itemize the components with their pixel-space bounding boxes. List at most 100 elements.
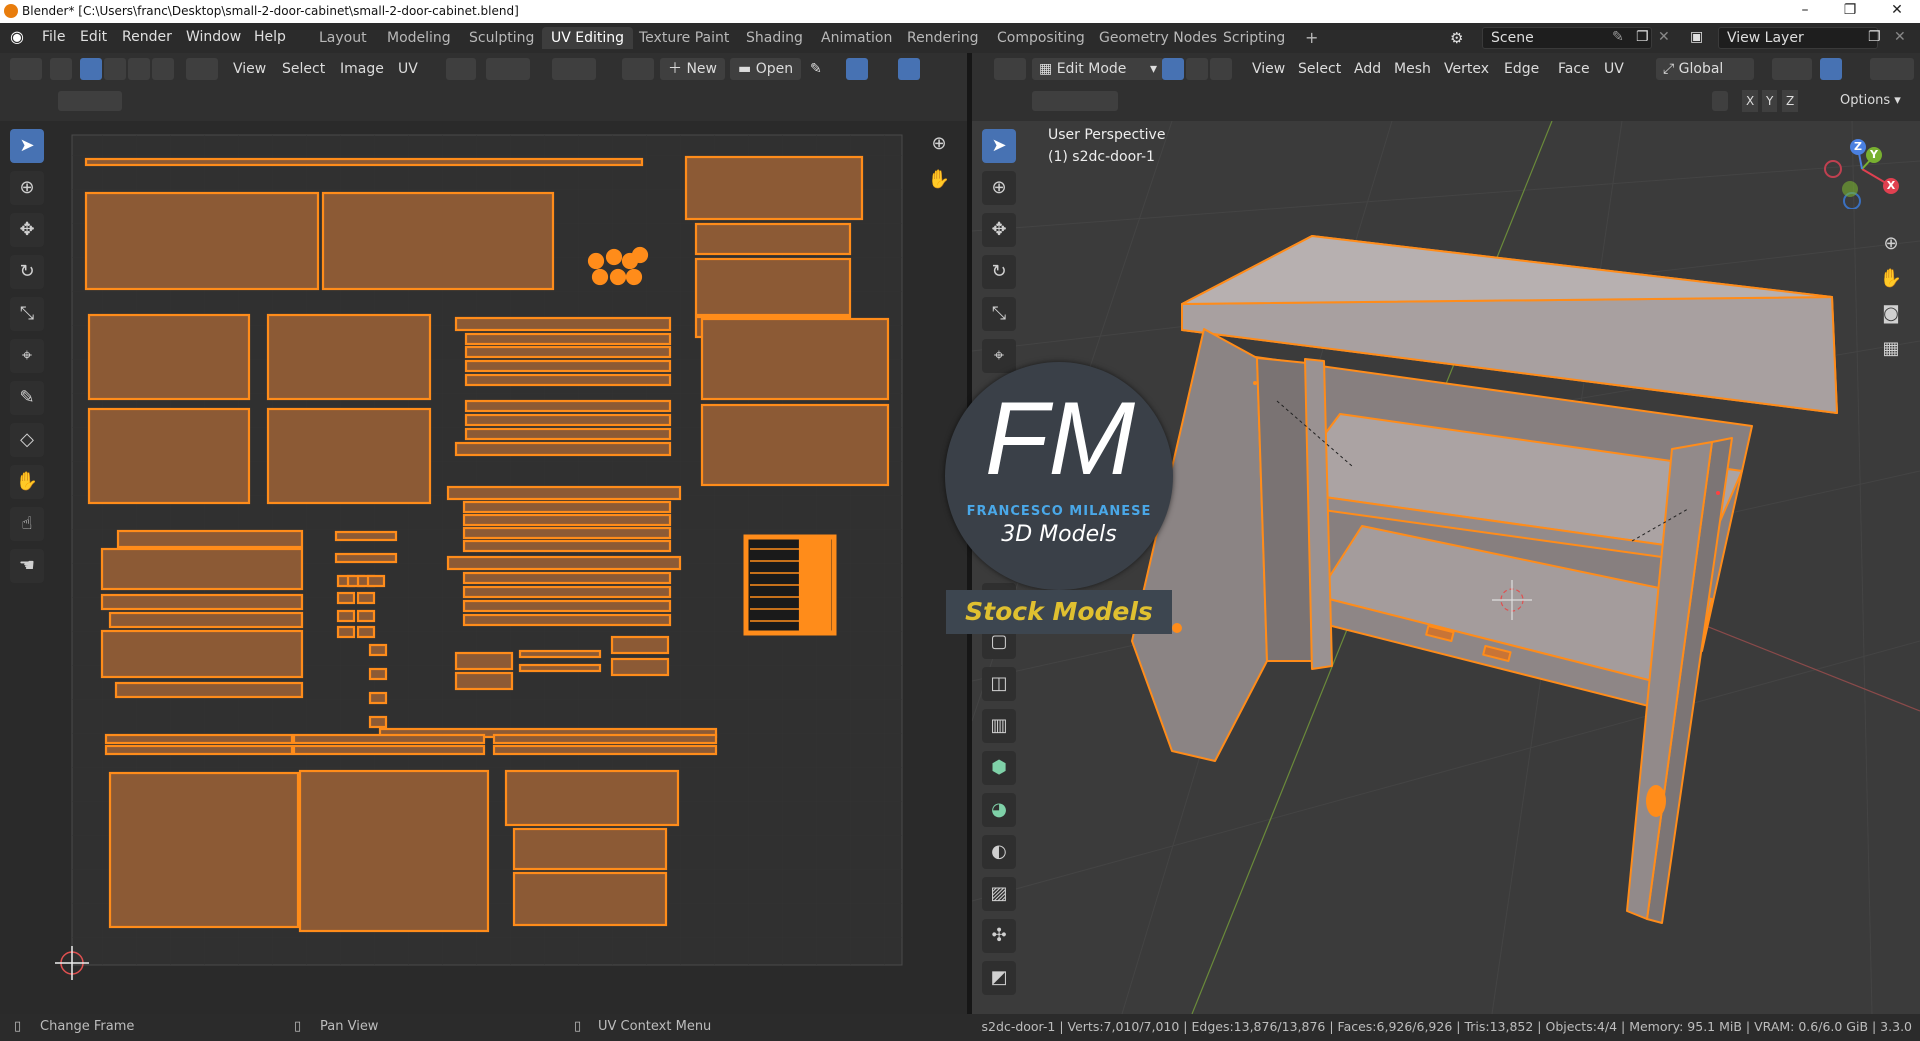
uv-island[interactable]	[87, 313, 251, 401]
uv-island[interactable]	[100, 629, 304, 679]
view-layer-icon[interactable]: ▣	[1690, 29, 1703, 45]
face-select-icon[interactable]	[128, 58, 150, 80]
new-image-button[interactable]: ＋ New	[660, 58, 725, 80]
uv-island[interactable]	[116, 529, 304, 549]
uv-cursor-tool[interactable]: ⊕	[10, 171, 44, 205]
tab-layout[interactable]: Layout	[310, 27, 376, 49]
menu-edit[interactable]: Edit	[80, 29, 107, 45]
uv-scale-tool[interactable]: ⤡	[10, 297, 44, 331]
restore-button[interactable]: ❐	[1835, 2, 1865, 18]
snap-icon[interactable]	[486, 58, 530, 80]
uv-island[interactable]	[321, 191, 555, 291]
uv-island-blob[interactable]	[605, 248, 623, 266]
tab-texture-paint[interactable]: Texture Paint	[630, 27, 738, 49]
uv-canvas[interactable]	[0, 121, 967, 1014]
uv-island[interactable]	[462, 571, 672, 585]
uv-editor[interactable]: ➤ ⊕ ✥ ↻ ⤡ ⌖ ✎ ◇ ✋ ☝ ☚ ⊕ ✋	[0, 121, 967, 1014]
uv-island[interactable]	[446, 555, 682, 571]
uv-island[interactable]	[462, 513, 672, 527]
uv-island-small[interactable]	[356, 625, 376, 639]
camera-view-icon[interactable]: ◙	[1874, 297, 1908, 331]
uv-island[interactable]	[462, 500, 672, 514]
uv-overlay-icon[interactable]	[898, 58, 920, 80]
gizmo-x-icon[interactable]: X	[1883, 178, 1899, 194]
spin-tool[interactable]: ◕	[982, 793, 1016, 827]
uv-island[interactable]	[114, 681, 304, 699]
tab-sculpting[interactable]: Sculpting	[460, 27, 543, 49]
uv-island[interactable]	[464, 345, 672, 359]
uv-island[interactable]	[462, 613, 672, 627]
tab-scripting[interactable]: Scripting	[1214, 27, 1294, 49]
uv-island[interactable]	[108, 771, 300, 929]
viewport-editor-type-icon[interactable]	[994, 58, 1026, 80]
menu-file[interactable]: File	[42, 29, 65, 45]
uv-island[interactable]	[694, 222, 852, 256]
uv-menu-uv[interactable]: UV	[398, 58, 418, 80]
uv-island[interactable]	[492, 733, 718, 745]
uv-island[interactable]	[454, 651, 514, 671]
uv-select-box-tool[interactable]: ➤	[10, 129, 44, 163]
uv-island[interactable]	[446, 485, 682, 501]
uv-island-small[interactable]	[368, 643, 388, 657]
tab-compositing[interactable]: Compositing	[988, 27, 1094, 49]
uv-island[interactable]	[700, 317, 890, 401]
uv-island[interactable]	[610, 635, 670, 655]
scene-icon[interactable]: ⚙	[1450, 29, 1463, 47]
scale-tool[interactable]: ⤡	[982, 297, 1016, 331]
vp-menu-add[interactable]: Add	[1354, 58, 1381, 80]
uv-island[interactable]	[462, 539, 672, 553]
uv-island-blob[interactable]	[631, 246, 649, 264]
poly-build-tool[interactable]: ⬢	[982, 751, 1016, 785]
uv-island[interactable]	[292, 744, 486, 756]
minimize-button[interactable]: –	[1790, 2, 1820, 18]
sync-selection-icon[interactable]	[50, 58, 72, 80]
tab-animation[interactable]: Animation	[812, 27, 901, 49]
uv-island-blob[interactable]	[587, 252, 605, 270]
new-view-layer-icon[interactable]: ❐	[1868, 29, 1881, 45]
proportional-edit-icon[interactable]	[552, 58, 596, 80]
uv-island[interactable]	[512, 871, 668, 927]
axis-x-toggle[interactable]: X	[1742, 90, 1759, 112]
add-workspace-button[interactable]: +	[1296, 27, 1327, 49]
uv-pinch-tool[interactable]: ☚	[10, 549, 44, 583]
tab-uv-editing[interactable]: UV Editing	[542, 27, 634, 49]
uv-select-mode-group[interactable]	[58, 91, 122, 111]
uv-island-blob[interactable]	[609, 268, 627, 286]
uv-island-small[interactable]	[336, 609, 356, 623]
uv-island[interactable]	[298, 769, 490, 933]
pivot-point-icon[interactable]	[1772, 58, 1812, 80]
select-mode-group[interactable]	[1032, 91, 1118, 111]
uv-island[interactable]	[100, 547, 304, 591]
loop-cut-tool[interactable]: ▥	[982, 709, 1016, 743]
uv-island[interactable]	[504, 769, 680, 827]
sticky-select-icon[interactable]	[186, 58, 218, 80]
uv-island[interactable]	[292, 733, 486, 745]
pivot-icon[interactable]	[446, 58, 476, 80]
editor-type-icon[interactable]	[10, 58, 42, 80]
vertex-mode-icon[interactable]	[1162, 58, 1184, 80]
uv-island[interactable]	[518, 663, 602, 673]
uv-rotate-tool[interactable]: ↻	[10, 255, 44, 289]
pin-image-icon[interactable]: ✎	[810, 58, 822, 80]
uv-island-small[interactable]	[368, 667, 388, 681]
rotate-tool[interactable]: ↻	[982, 255, 1016, 289]
uv-island[interactable]	[266, 407, 432, 505]
vp-menu-mesh[interactable]: Mesh	[1394, 58, 1431, 80]
uv-pan-icon[interactable]: ✋	[922, 163, 956, 197]
uv-island-small[interactable]	[356, 609, 376, 623]
vp-menu-view[interactable]: View	[1252, 58, 1285, 80]
uv-island[interactable]	[100, 593, 304, 611]
bevel-tool[interactable]: ◫	[982, 667, 1016, 701]
menu-help[interactable]: Help	[254, 29, 286, 45]
uv-island-small[interactable]	[368, 691, 388, 705]
proportional-icon[interactable]	[1870, 58, 1914, 80]
uv-island[interactable]	[454, 671, 514, 691]
shear-tool[interactable]: ◩	[982, 961, 1016, 995]
uv-island[interactable]	[518, 649, 602, 659]
blender-menu-icon[interactable]: ◉	[10, 27, 24, 46]
menu-render[interactable]: Render	[122, 29, 172, 45]
uv-island[interactable]	[512, 827, 668, 871]
gizmo-y-icon[interactable]: Y	[1866, 147, 1882, 163]
uv-island[interactable]	[464, 373, 672, 387]
uv-island[interactable]	[694, 257, 852, 317]
